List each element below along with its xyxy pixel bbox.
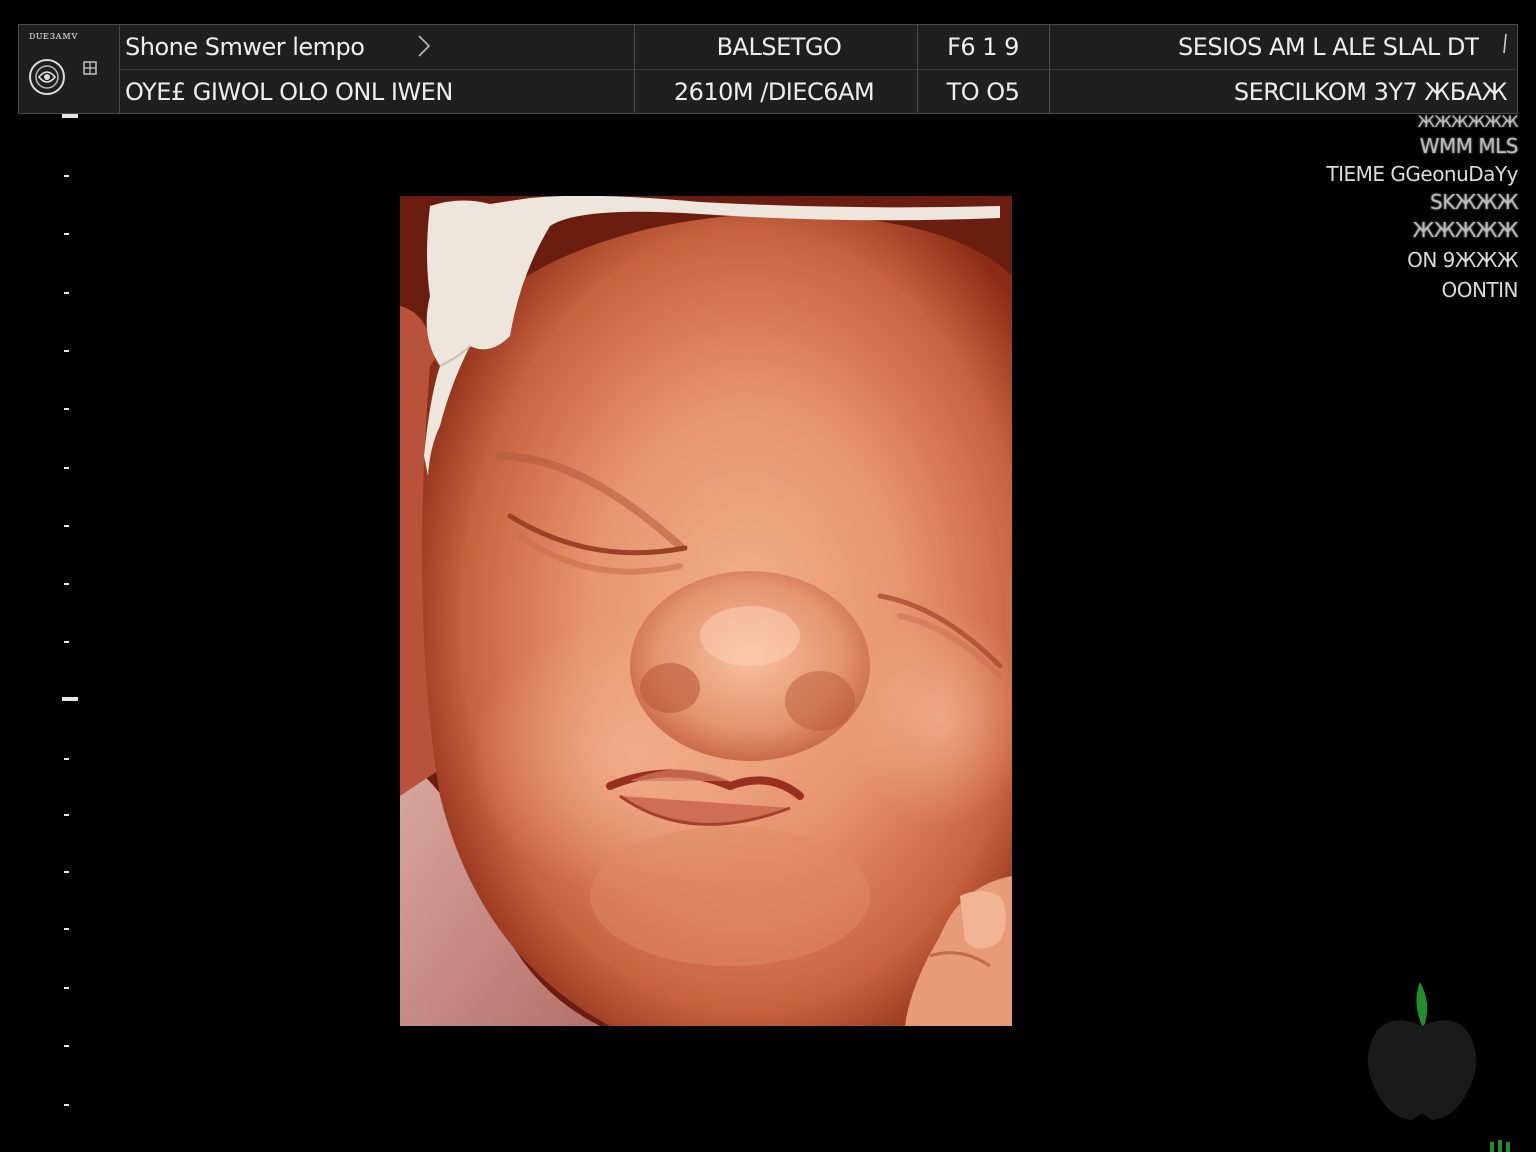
patient-name: Shone Smwer lempo bbox=[125, 33, 365, 61]
header-divider bbox=[1049, 25, 1050, 113]
depth-tick bbox=[64, 175, 69, 177]
clinic-name: SESIOS AM L ALE SLAL DT bbox=[1177, 33, 1479, 61]
emblem-icon bbox=[29, 59, 65, 95]
depth-tick bbox=[62, 697, 78, 701]
fetal-face-render bbox=[400, 196, 1012, 1026]
depth-tick bbox=[64, 1104, 69, 1106]
chevron-right-icon bbox=[418, 35, 431, 57]
parameter-line: TIEME GGeonuDaYy bbox=[1326, 162, 1518, 186]
depth-tick bbox=[64, 583, 69, 585]
status-mark-icon bbox=[1490, 1140, 1510, 1152]
exam-type: BALSETGO bbox=[716, 33, 842, 61]
parameter-line: SKЖЖЖ bbox=[1430, 190, 1518, 214]
parameter-line: ЖЖЖЖЖЖ bbox=[1417, 112, 1519, 131]
parameter-panel: ЖЖЖЖЖЖ WMM MLS TIEME GGeonuDaYy SKЖЖЖ ЖЖ… bbox=[1278, 112, 1518, 304]
exam-time: TO O5 bbox=[946, 78, 1020, 106]
scan-mode: SERCILKOM 3Y7 ЖБАЖ bbox=[1233, 78, 1507, 106]
depth-tick bbox=[64, 758, 69, 760]
logo-text: ᴅᴜᴇᴈᴀᴍᴠ bbox=[29, 29, 79, 42]
depth-scale bbox=[0, 110, 100, 1120]
depth-tick bbox=[64, 1045, 69, 1047]
depth-tick bbox=[64, 814, 69, 816]
exam-header: ᴅᴜᴇᴈᴀᴍᴠ Shone Smwer lempo BALSETGO F6 1 … bbox=[18, 24, 1518, 114]
exam-date: 2610M /DIEC6AM bbox=[673, 78, 875, 106]
depth-tick bbox=[64, 525, 69, 527]
exam-info: OYE£ GIWOL OLO ONL IWEN bbox=[125, 78, 453, 106]
depth-tick bbox=[64, 233, 69, 235]
depth-tick bbox=[64, 350, 69, 352]
depth-tick bbox=[64, 467, 69, 469]
parameter-line: WMM MLS bbox=[1419, 134, 1519, 158]
ultrasound-render-view[interactable] bbox=[400, 196, 1012, 1026]
grid-icon[interactable] bbox=[83, 61, 97, 75]
depth-tick bbox=[64, 292, 69, 294]
depth-tick bbox=[64, 928, 69, 930]
probe-frequency: F6 1 9 bbox=[947, 33, 1019, 61]
apple-icon bbox=[1367, 982, 1477, 1120]
depth-tick bbox=[64, 871, 69, 873]
tick-mark-icon bbox=[1503, 33, 1507, 54]
parameter-line: OONTIN bbox=[1441, 278, 1518, 302]
header-divider bbox=[917, 25, 918, 113]
parameter-line: ON 9ЖЖЖ bbox=[1407, 248, 1518, 272]
header-divider bbox=[634, 25, 635, 113]
depth-tick bbox=[62, 114, 78, 118]
depth-tick bbox=[64, 408, 69, 410]
parameter-line: ЖЖЖЖЖ bbox=[1412, 218, 1519, 242]
depth-tick bbox=[64, 987, 69, 989]
depth-tick bbox=[64, 641, 69, 643]
logo-cell: ᴅᴜᴇᴈᴀᴍᴠ bbox=[19, 25, 120, 113]
